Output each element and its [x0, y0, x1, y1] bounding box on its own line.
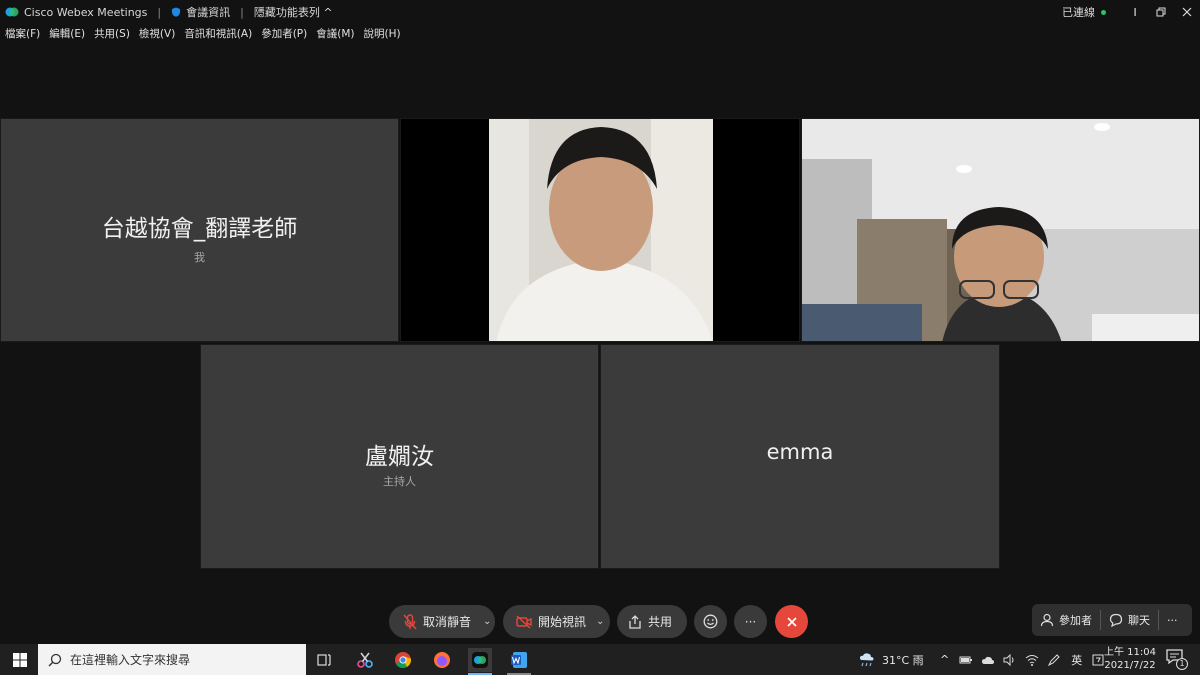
participant-video-feed-2 [802, 119, 1199, 341]
menu-participants[interactable]: 參加者(P) [261, 26, 307, 44]
menu-view[interactable]: 檢視(V) [139, 26, 175, 44]
chrome-icon [395, 652, 412, 669]
mic-muted-icon [403, 613, 417, 629]
windows-taskbar: 在這裡輸入文字來搜尋 31°C 雨 ^ 英 上午 11:04 2021/7/22… [0, 644, 1200, 675]
menu-audio-video[interactable]: 音訊和視訊(A) [184, 26, 252, 44]
participant-role: 我 [194, 251, 205, 264]
app-title: Cisco Webex Meetings [24, 5, 148, 19]
taskbar-search[interactable]: 在這裡輸入文字來搜尋 [38, 644, 306, 675]
more-icon: ··· [744, 614, 757, 629]
pen-icon[interactable] [1047, 653, 1061, 667]
panel-buttons: 參加者 聊天 ··· [1032, 604, 1192, 636]
close-window-button[interactable] [1174, 0, 1200, 24]
taskbar-snip-app[interactable] [353, 648, 377, 672]
windows-icon [13, 653, 27, 667]
menu-help[interactable]: 說明(H) [364, 26, 401, 44]
scissors-icon [357, 652, 373, 668]
reactions-button[interactable] [694, 605, 727, 638]
participant-name: 盧嫺汝 [365, 444, 434, 470]
chevron-up-icon[interactable]: ^ [940, 653, 949, 666]
chevron-down-icon[interactable]: ⌄ [596, 616, 604, 627]
search-icon [48, 653, 62, 666]
participant-name: 台越協會_翻譯老師 [101, 216, 298, 242]
more-options-button[interactable]: ··· [734, 605, 767, 638]
weather-text[interactable]: 31°C 雨 [882, 652, 924, 668]
participant-video-feed [401, 119, 799, 341]
weather-rain-icon [860, 652, 874, 666]
participant-tile-host[interactable]: 盧嫺汝 主持人 [200, 344, 599, 569]
share-button[interactable]: 共用 [617, 605, 687, 638]
connection-dot-icon [1101, 9, 1106, 15]
meeting-info-button[interactable]: 會議資訊 [186, 4, 230, 20]
restore-button[interactable] [1148, 0, 1174, 24]
more-icon: ··· [1167, 613, 1178, 627]
input-method-indicator[interactable]: 英 [1071, 652, 1082, 668]
menu-edit[interactable]: 編輯(E) [49, 26, 85, 44]
unmute-label: 取消靜音 [423, 615, 472, 629]
shield-info-icon [172, 7, 181, 17]
task-view-button[interactable] [313, 648, 337, 672]
participant-tile-self[interactable]: 台越協會_翻譯老師 我 [0, 118, 399, 342]
start-video-button[interactable]: 開始視訊 ⌄ [503, 605, 610, 638]
firefox-icon [434, 652, 450, 668]
start-button[interactable] [8, 648, 32, 672]
share-label: 共用 [648, 615, 673, 629]
tray-icons: ^ 英 [940, 644, 1104, 675]
person-icon [1040, 613, 1054, 627]
notification-center-button[interactable]: 1 [1166, 649, 1188, 671]
menu-meeting[interactable]: 會議(M) [316, 26, 354, 44]
word-icon [511, 652, 527, 668]
volume-icon[interactable] [1003, 653, 1017, 666]
hide-toolbar-label: 隱藏功能表列 [253, 6, 320, 19]
menu-share[interactable]: 共用(S) [94, 26, 130, 44]
taskbar-chrome-app[interactable] [391, 648, 415, 672]
system-tray: 31°C 雨 [858, 644, 924, 675]
smiley-icon [703, 614, 718, 629]
participants-label: 參加者 [1059, 614, 1092, 627]
close-icon [786, 616, 797, 627]
leave-meeting-button[interactable] [775, 605, 808, 638]
participant-name: emma [766, 440, 834, 464]
task-view-icon [317, 654, 331, 666]
hide-toolbar-button[interactable]: 隱藏功能表列 ^ [254, 4, 333, 20]
participant-video-tile-2[interactable] [801, 118, 1200, 342]
participant-role: 主持人 [383, 475, 416, 488]
menu-file[interactable]: 檔案(F) [5, 26, 40, 44]
participant-video-tile-1[interactable] [400, 118, 800, 342]
more-panels-button[interactable]: ··· [1159, 604, 1186, 636]
cloud-icon[interactable] [981, 655, 995, 665]
chevron-up-icon: ^ [323, 6, 333, 19]
taskbar-webex-app[interactable] [468, 648, 492, 672]
title-bar: Cisco Webex Meetings | 會議資訊 | 隱藏功能表列 ^ 已… [0, 0, 1200, 24]
battery-icon[interactable] [959, 655, 973, 665]
close-icon [1182, 7, 1192, 17]
taskbar-firefox-app[interactable] [430, 648, 454, 672]
webex-icon [472, 652, 488, 668]
minimize-button[interactable] [1122, 0, 1148, 24]
minimize-icon [1134, 8, 1136, 16]
taskbar-clock[interactable]: 上午 11:04 2021/7/22 [1100, 646, 1160, 672]
connection-status: 已連線 [1062, 6, 1095, 19]
chat-label: 聊天 [1128, 614, 1150, 627]
wifi-icon[interactable] [1025, 654, 1039, 666]
notification-count-badge: 1 [1176, 658, 1188, 670]
chat-icon [1109, 613, 1123, 627]
title-separator-2: | [240, 5, 244, 19]
participants-panel-button[interactable]: 參加者 [1032, 604, 1100, 636]
chat-panel-button[interactable]: 聊天 [1101, 604, 1158, 636]
webex-logo-icon [5, 7, 19, 17]
chevron-down-icon[interactable]: ⌄ [483, 616, 491, 627]
title-separator: | [157, 5, 162, 19]
clock-date: 2021/7/22 [1104, 660, 1156, 671]
clock-time: 上午 11:04 [1104, 647, 1156, 658]
taskbar-word-app[interactable] [507, 648, 531, 672]
start-video-label: 開始視訊 [538, 615, 587, 629]
unmute-button[interactable]: 取消靜音 ⌄ [389, 605, 495, 638]
menu-bar: 檔案(F) 編輯(E) 共用(S) 檢視(V) 音訊和視訊(A) 參加者(P) … [0, 26, 405, 44]
video-off-icon [516, 614, 532, 629]
participant-tile-emma[interactable]: emma [600, 344, 1000, 569]
search-placeholder: 在這裡輸入文字來搜尋 [70, 653, 191, 667]
share-icon [629, 614, 641, 629]
restore-icon [1156, 7, 1166, 17]
